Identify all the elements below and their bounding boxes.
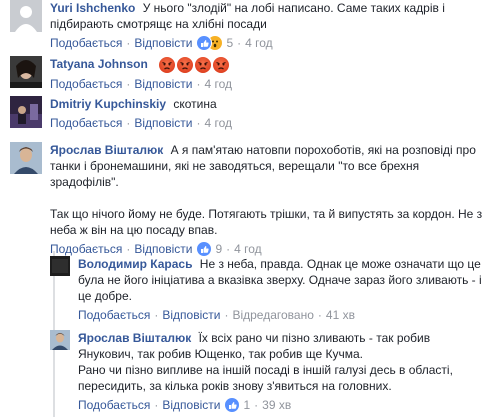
reply: Володимир Карась Не з неба, правда. Одна…: [50, 256, 495, 323]
emoji-group: [159, 56, 231, 73]
comment: Dmitriy Kupchinskiy скотина Подобається …: [10, 96, 490, 131]
separator: ·: [126, 36, 131, 50]
comment-actions: Подобається · Відповісти 9 · 4 год: [50, 241, 490, 257]
like-reaction-icon: [196, 35, 213, 51]
comment-text: Dmitriy Kupchinskiy скотина: [50, 96, 480, 112]
like-reaction-icon: [224, 397, 241, 413]
like-button[interactable]: Подобається: [50, 115, 122, 131]
timestamp[interactable]: 4 год: [234, 241, 262, 257]
comment-author[interactable]: Ярослав Вішталюк: [50, 143, 163, 157]
separator: ·: [126, 116, 131, 130]
comment-content: скотина: [173, 97, 217, 111]
reactions-summary[interactable]: 1: [224, 397, 250, 413]
separator: ·: [126, 76, 131, 91]
separator: ·: [196, 76, 201, 91]
angry-face-icon: [213, 56, 230, 73]
reply-button[interactable]: Відповісти: [134, 76, 192, 92]
separator: ·: [237, 36, 242, 50]
reply-button[interactable]: Відповісти: [162, 307, 220, 323]
separator: ·: [254, 398, 259, 412]
separator: ·: [226, 242, 231, 256]
reply-text: Ярослав Вішталюк Їх всіх рано чи пізно з…: [78, 330, 488, 362]
reactions-count: 1: [243, 398, 251, 412]
angry-face-icon: [159, 56, 176, 73]
comment-text: Yuri Ishchenko У нього "злодій" на лобі …: [50, 0, 480, 32]
comment-author[interactable]: Dmitriy Kupchinskiy: [50, 97, 166, 111]
like-button[interactable]: Подобається: [78, 397, 150, 413]
timestamp[interactable]: 4 год: [204, 115, 232, 131]
comment-paragraph: Так що нічого йому не буде. Потягають тр…: [50, 207, 483, 237]
avatar[interactable]: [10, 56, 42, 88]
timestamp[interactable]: 4 год: [245, 35, 273, 51]
reactions-summary[interactable]: 5: [196, 35, 233, 51]
reply-author[interactable]: Володимир Карась: [78, 257, 192, 271]
avatar[interactable]: [10, 96, 42, 128]
comment: Tatyana Johnson Подобається · Відповісти…: [10, 56, 490, 92]
comment-text: Ярослав Вішталюк А я пам'ятаю натовпи по…: [50, 142, 490, 190]
timestamp[interactable]: 41 хв: [326, 307, 355, 323]
like-button[interactable]: Подобається: [78, 307, 150, 323]
separator: ·: [196, 116, 201, 130]
timestamp[interactable]: 4 год: [204, 76, 232, 92]
reply-paragraph: Рано чи пізно випливе на іншій посаді в …: [78, 363, 453, 393]
reply-button[interactable]: Відповісти: [134, 241, 192, 257]
like-button[interactable]: Подобається: [50, 241, 122, 257]
comment-actions: Подобається · Відповісти 5 · 4 год: [50, 35, 480, 51]
reply-button[interactable]: Відповісти: [134, 115, 192, 131]
comment: Yuri Ishchenko У нього "злодій" на лобі …: [10, 0, 490, 51]
reply-actions: Подобається · Відповісти 1 · 39 хв: [78, 397, 488, 413]
reactions-summary[interactable]: 9: [196, 241, 222, 257]
comment-text: Tatyana Johnson: [50, 56, 480, 73]
avatar[interactable]: [10, 0, 42, 32]
separator: ·: [126, 242, 131, 256]
reply-button[interactable]: Відповісти: [162, 397, 220, 413]
reply: Ярослав Вішталюк Їх всіх рано чи пізно з…: [50, 330, 495, 413]
like-button[interactable]: Подобається: [50, 35, 122, 51]
avatar[interactable]: [50, 256, 70, 276]
reply-author[interactable]: Ярослав Вішталюк: [78, 331, 191, 345]
separator: ·: [317, 308, 322, 322]
separator: ·: [154, 398, 159, 412]
reply-actions: Подобається · Відповісти · Відредаговано…: [78, 307, 488, 323]
separator: ·: [154, 308, 159, 322]
comment-actions: Подобається · Відповісти · 4 год: [50, 115, 480, 131]
reactions-count: 5: [226, 36, 234, 50]
reply-button[interactable]: Відповісти: [134, 35, 192, 51]
avatar[interactable]: [50, 330, 70, 350]
comment: Ярослав Вішталюк А я пам'ятаю натовпи по…: [10, 142, 490, 257]
comment-author[interactable]: Yuri Ishchenko: [50, 1, 135, 15]
timestamp[interactable]: 39 хв: [262, 397, 291, 413]
reply-text: Володимир Карась Не з неба, правда. Одна…: [78, 256, 488, 304]
like-reaction-icon: [196, 241, 213, 257]
angry-face-icon: [195, 56, 212, 73]
avatar[interactable]: [10, 142, 42, 174]
angry-face-icon: [177, 56, 194, 73]
reactions-count: 9: [215, 242, 223, 256]
separator: ·: [224, 308, 229, 322]
like-button[interactable]: Подобається: [50, 76, 122, 92]
edited-label[interactable]: Відредаговано: [232, 307, 313, 323]
comment-actions: Подобається · Відповісти · 4 год: [50, 76, 480, 92]
comment-author[interactable]: Tatyana Johnson: [50, 57, 148, 71]
